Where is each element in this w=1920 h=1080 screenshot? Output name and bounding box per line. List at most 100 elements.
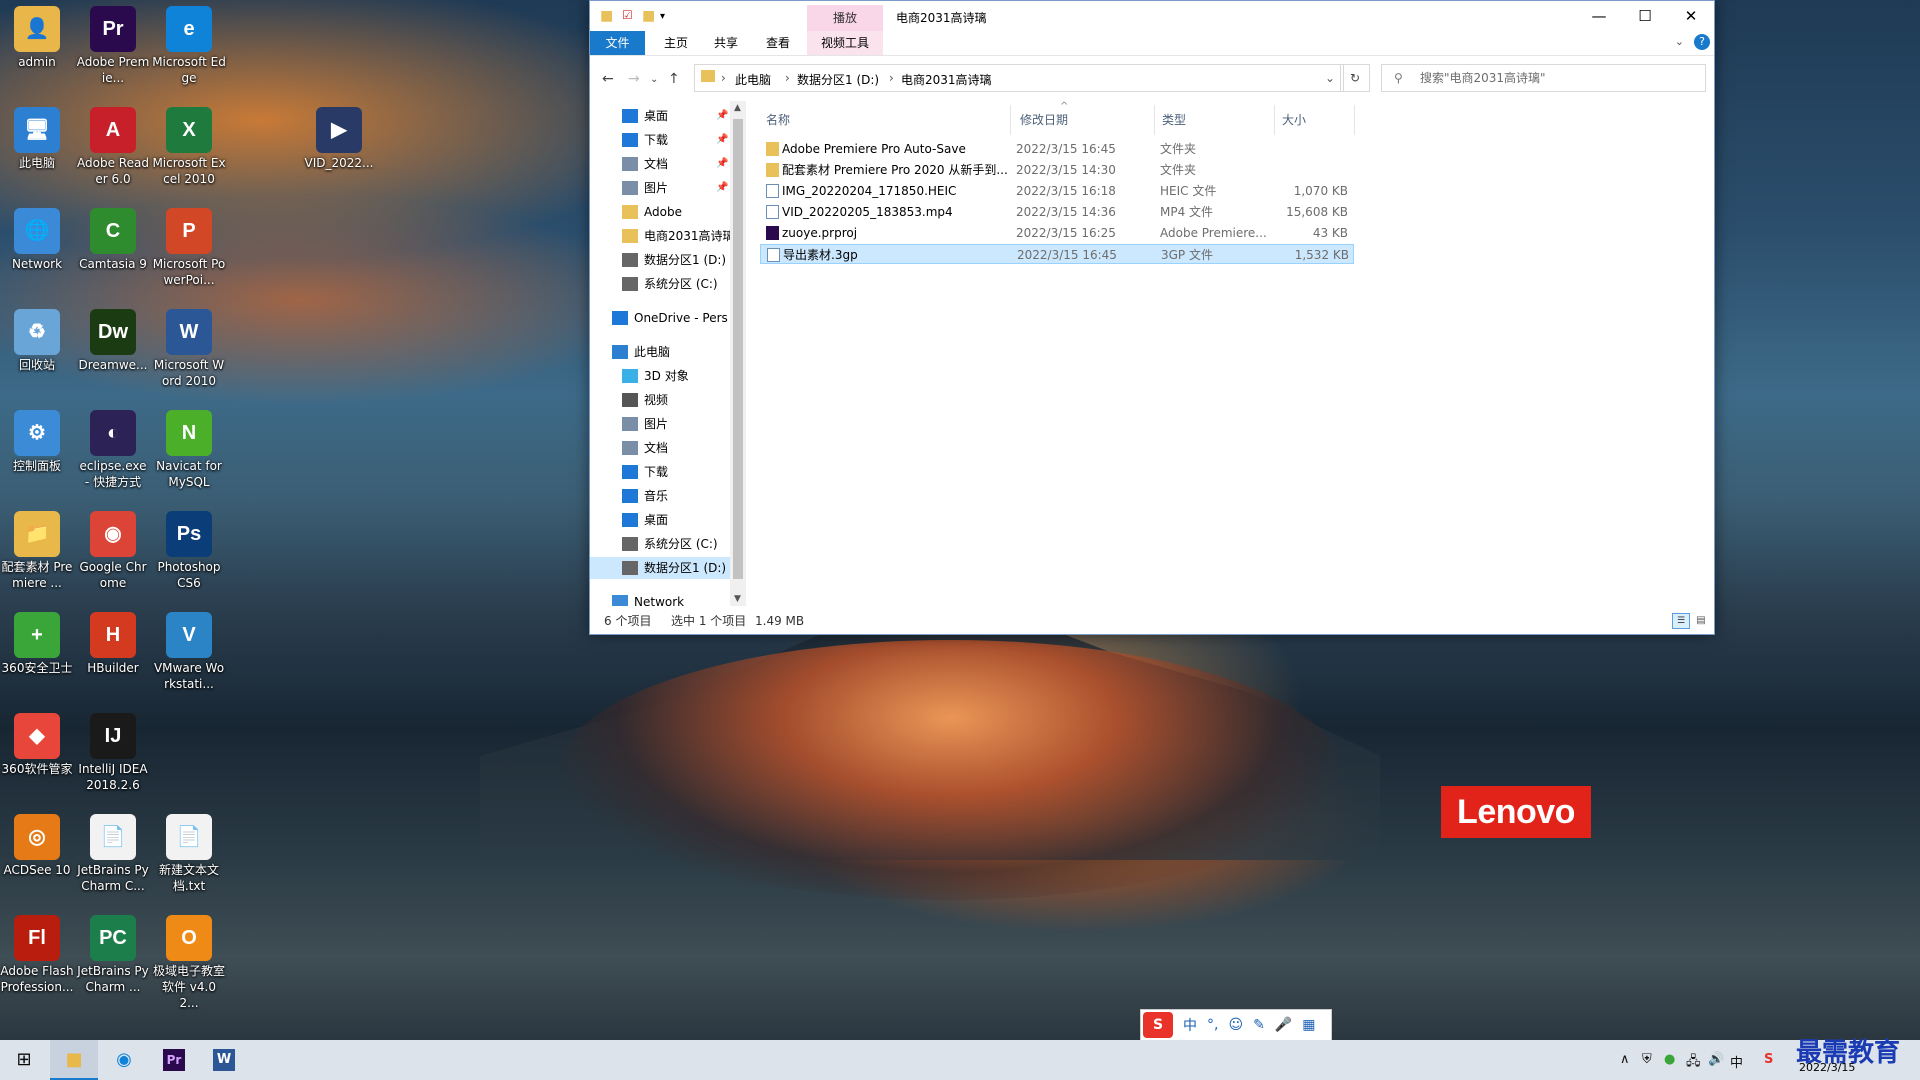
nav-item[interactable]: Adobe — [590, 201, 730, 223]
nav-item[interactable]: OneDrive - Pers — [590, 307, 730, 329]
desktop-icon[interactable]: W Microsoft Word 2010 — [152, 303, 226, 389]
desktop-icon[interactable]: 👤 admin — [0, 0, 74, 70]
desktop-icon[interactable]: 🌐 Network — [0, 202, 74, 272]
desktop-icon[interactable]: O 极域电子教室软件 v4.0 2... — [152, 909, 226, 1011]
tray-expand-icon[interactable]: ∧ — [1620, 1052, 1630, 1067]
file-row[interactable]: 导出素材.3gp 2022/3/15 16:45 3GP 文件 1,532 KB — [760, 244, 1354, 264]
column-header-size[interactable]: 大小 — [1282, 111, 1306, 128]
desktop-icon[interactable]: Fl Adobe Flash Profession... — [0, 909, 74, 995]
scroll-up-icon[interactable]: ▲ — [734, 103, 741, 113]
desktop-icon[interactable]: ◐ eclipse.exe - 快捷方式 — [76, 404, 150, 490]
desktop-icon[interactable]: Dw Dreamwe... — [76, 303, 150, 373]
taskbar-premiere-icon[interactable]: Pr — [150, 1040, 198, 1080]
address-bar[interactable]: › 此电脑 › 数据分区1 (D:) › 电商2031高诗璃 ⌄ — [694, 64, 1344, 92]
tray-360-icon[interactable]: ● — [1664, 1052, 1675, 1067]
column-divider[interactable] — [1274, 105, 1275, 135]
file-row[interactable]: VID_20220205_183853.mp4 2022/3/15 14:36 MP… — [760, 202, 1354, 222]
column-header-date[interactable]: 修改日期 — [1020, 111, 1068, 128]
desktop-icon[interactable]: P Microsoft PowerPoi... — [152, 202, 226, 288]
nav-item[interactable]: 音乐 — [590, 485, 730, 507]
desktop-icon[interactable]: N Navicat for MySQL — [152, 404, 226, 490]
nav-item[interactable]: 下载 📌 — [590, 129, 730, 151]
minimize-button[interactable]: — — [1576, 1, 1622, 31]
tray-security-icon[interactable]: ⛨ — [1642, 1052, 1652, 1067]
desktop-icon[interactable]: Pr Adobe Premie... — [76, 0, 150, 86]
breadcrumb-drive-d[interactable]: 数据分区1 (D:) — [797, 71, 879, 88]
scrollbar-thumb[interactable] — [733, 119, 743, 579]
nav-item[interactable]: 电商2031高诗璃 — [590, 225, 730, 247]
help-icon[interactable]: ? — [1694, 34, 1710, 50]
explorer-window[interactable]: ■ ☑ ■ ▾ 播放 电商2031高诗璃 — ☐ ✕ 文件 主页 共享 查看 视… — [589, 0, 1715, 635]
nav-item[interactable]: 桌面 📌 — [590, 105, 730, 127]
nav-item[interactable]: 系统分区 (C:) — [590, 533, 730, 555]
desktop-icon[interactable]: IJ IntelliJ IDEA 2018.2.6 — [76, 707, 150, 793]
tray-ime-icon[interactable]: 中 — [1730, 1052, 1743, 1071]
ime-toolbar[interactable]: S 中 °, ☺ ✎ 🎤 ▦ — [1140, 1009, 1332, 1041]
recent-dropdown-icon[interactable]: ⌄ — [650, 74, 658, 85]
maximize-button[interactable]: ☐ — [1622, 1, 1668, 31]
desktop-icon[interactable]: 🖥 此电脑 — [0, 101, 74, 171]
desktop-icon[interactable]: ♻ 回收站 — [0, 303, 74, 373]
tab-share[interactable]: 共享 — [702, 31, 750, 55]
navigation-scrollbar[interactable]: ▲ ▼ — [730, 101, 746, 606]
desktop-icon[interactable]: X Microsoft Excel 2010 — [152, 101, 226, 187]
desktop-icon[interactable]: C Camtasia 9 — [76, 202, 150, 272]
up-arrow-icon[interactable]: ↑ — [668, 71, 680, 87]
pin-icon[interactable]: 📌 — [716, 129, 728, 151]
file-row[interactable]: zuoye.prproj 2022/3/15 16:25 Adobe Premier… — [760, 223, 1354, 243]
desktop-icon[interactable]: ⚙ 控制面板 — [0, 404, 74, 474]
title-bar[interactable]: ■ ☑ ■ ▾ 播放 电商2031高诗璃 — ☐ ✕ — [590, 1, 1714, 31]
desktop-icon[interactable]: +360安全卫士 — [0, 606, 74, 676]
pin-icon[interactable]: 📌 — [716, 153, 728, 175]
nav-item[interactable]: 系统分区 (C:) — [590, 273, 730, 295]
desktop-icon[interactable]: Ps Photoshop CS6 — [152, 505, 226, 591]
tray-sogou-icon[interactable]: S — [1764, 1052, 1773, 1067]
navigation-pane[interactable]: 桌面 📌 下载 📌 文档 📌 图片 📌 Adobe 电商2031高诗璃 数据分区1 (D:) 系统分区… — [590, 101, 730, 606]
ime-toolbox-icon[interactable]: ▦ — [1302, 1017, 1315, 1033]
nav-item[interactable]: 3D 对象 — [590, 365, 730, 387]
new-folder-icon[interactable]: ■ — [642, 8, 655, 24]
taskbar-word-icon[interactable]: W — [200, 1040, 248, 1080]
nav-item[interactable]: 下载 — [590, 461, 730, 483]
desktop-icon[interactable]: ◉ Google Chrome — [76, 505, 150, 591]
taskbar-edge-icon[interactable]: ◉ — [100, 1040, 148, 1080]
ime-emoji-icon[interactable]: ☺ — [1228, 1017, 1243, 1033]
refresh-button[interactable]: ↻ — [1340, 64, 1370, 92]
desktop-icon[interactable]: 📁 配套素材 Premiere ... — [0, 505, 74, 591]
breadcrumb-this-pc[interactable]: 此电脑 — [735, 71, 771, 88]
scroll-down-icon[interactable]: ▼ — [734, 594, 741, 604]
desktop-icon[interactable]: ◆ 360软件管家 — [0, 707, 74, 777]
search-input[interactable]: ⚲ 搜索"电商2031高诗璃" — [1381, 64, 1706, 92]
ribbon-expand-icon[interactable]: ⌄ — [1675, 35, 1684, 48]
pin-icon[interactable]: 📌 — [716, 177, 728, 199]
windows-start-icon[interactable]: ⊞ — [0, 1040, 48, 1080]
taskbar-file-explorer-icon[interactable]: ■ — [50, 1040, 98, 1080]
file-list[interactable]: 名称 ^ 修改日期 类型 大小 Adobe Premiere Pro Auto-… — [760, 101, 1700, 606]
desktop-icon[interactable]: PC JetBrains PyCharm ... — [76, 909, 150, 995]
file-row[interactable]: 配套素材 Premiere Pro 2020 从新手到... 2022/3/15 … — [760, 160, 1354, 180]
tab-view[interactable]: 查看 — [754, 31, 802, 55]
column-divider[interactable] — [1354, 105, 1355, 135]
desktop-icon[interactable]: 📄 新建文本文档.txt — [152, 808, 226, 894]
ime-handwrite-icon[interactable]: ✎ — [1253, 1017, 1265, 1033]
sogou-logo-icon[interactable]: S — [1143, 1012, 1173, 1038]
file-row[interactable]: IMG_20220204_171850.HEIC 2022/3/15 16:18 H… — [760, 181, 1354, 201]
nav-item[interactable]: 图片 — [590, 413, 730, 435]
properties-icon[interactable]: ☑ — [622, 8, 633, 22]
desktop-icon[interactable]: ◎ ACDSee 10 — [0, 808, 74, 878]
nav-item[interactable]: 视频 — [590, 389, 730, 411]
forward-arrow-icon[interactable]: → — [628, 71, 640, 87]
nav-item[interactable]: 此电脑 — [590, 341, 730, 363]
file-row[interactable]: Adobe Premiere Pro Auto-Save 2022/3/15 16… — [760, 139, 1354, 159]
ime-chinese-mode[interactable]: 中 — [1183, 1015, 1197, 1035]
back-arrow-icon[interactable]: ← — [602, 71, 614, 87]
column-divider[interactable] — [1154, 105, 1155, 135]
desktop-icon[interactable]: A Adobe Reader 6.0 — [76, 101, 150, 187]
tab-home[interactable]: 主页 — [652, 31, 700, 55]
tray-volume-icon[interactable]: 🔊 — [1708, 1052, 1724, 1067]
nav-item[interactable]: Network — [590, 591, 730, 606]
pin-icon[interactable]: 📌 — [716, 105, 728, 127]
column-header-type[interactable]: 类型 — [1162, 111, 1186, 128]
nav-item[interactable]: 文档 📌 — [590, 153, 730, 175]
breadcrumb-current-folder[interactable]: 电商2031高诗璃 — [901, 71, 992, 88]
